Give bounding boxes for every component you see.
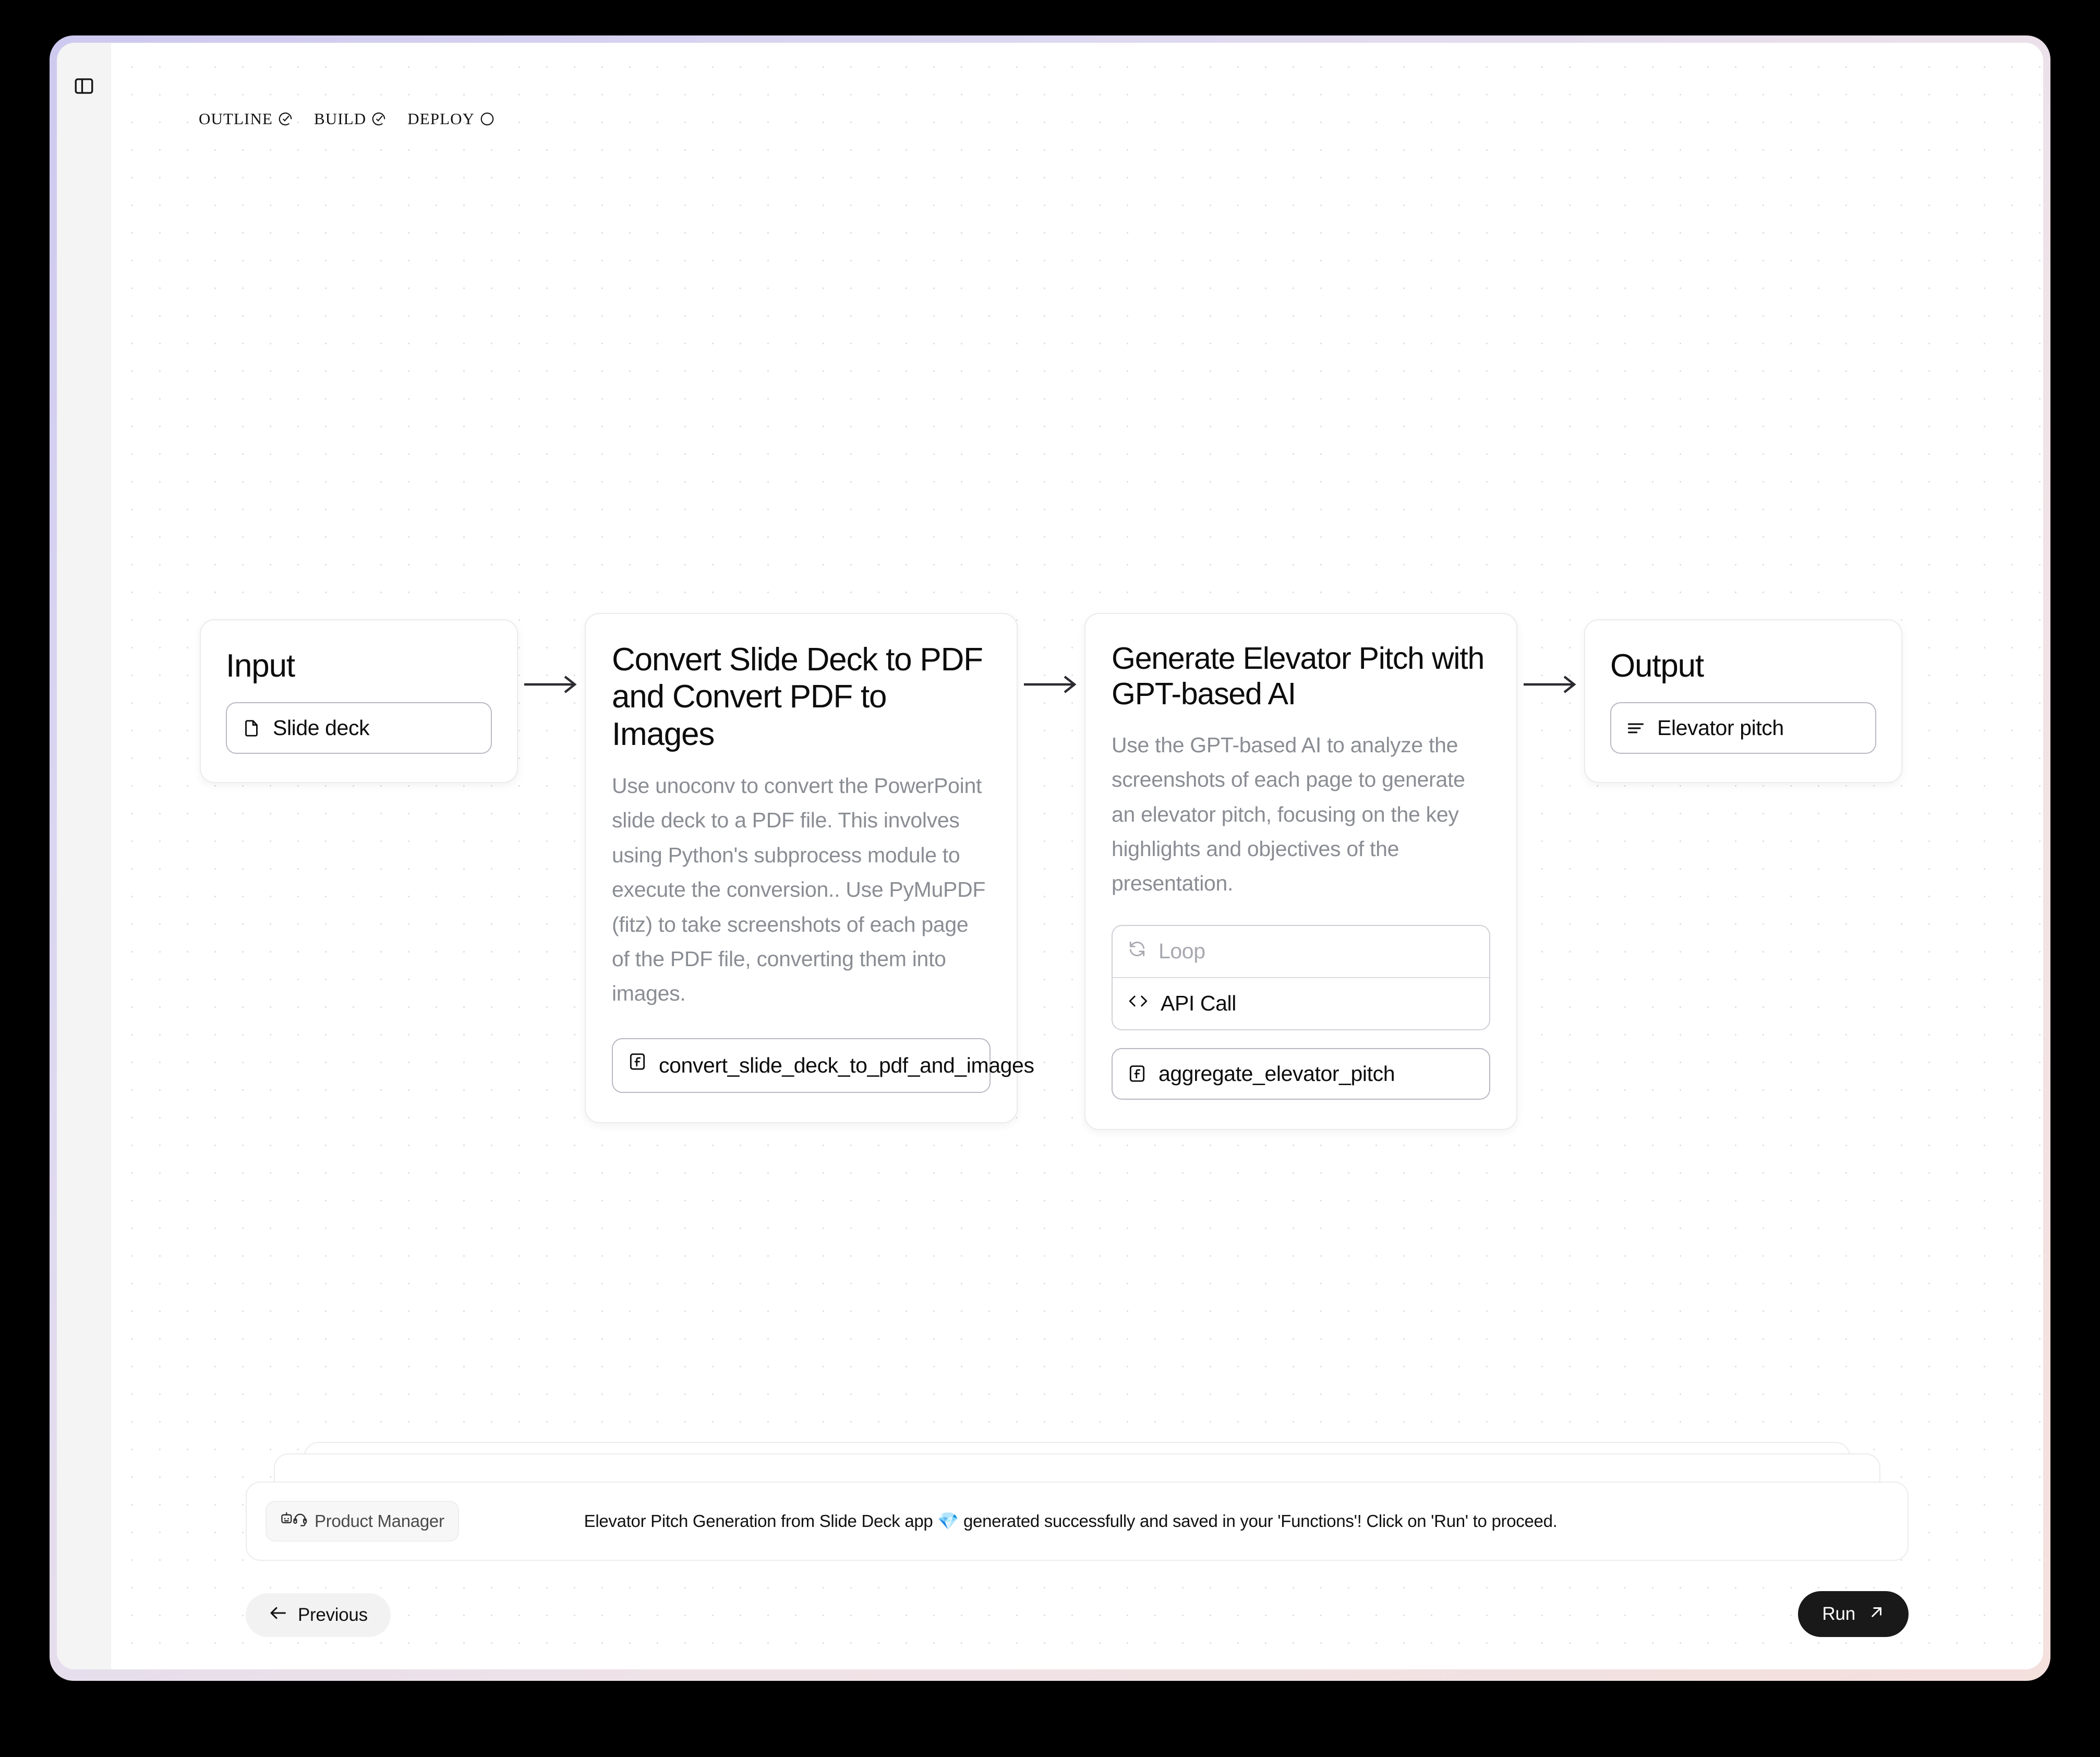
step-build-label: BUILD xyxy=(314,110,367,128)
loop-chip[interactable]: Loop xyxy=(1113,926,1489,978)
sidebar-rail xyxy=(57,43,111,1669)
function-icon xyxy=(627,1052,647,1072)
arrow-left-icon xyxy=(269,1605,287,1626)
arrow-up-right-icon xyxy=(1869,1604,1885,1624)
arrow-right-icon xyxy=(1523,674,1579,697)
node-input[interactable]: Input Slide deck xyxy=(200,619,518,784)
node-output-title: Output xyxy=(1610,648,1704,684)
step-outline[interactable]: OUTLINE xyxy=(199,110,293,128)
node-generate-title: Generate Elevator Pitch with GPT-based A… xyxy=(1112,641,1485,711)
workflow-graph: Input Slide deck Convert Slide Deck to P… xyxy=(200,613,1902,1130)
step-deploy-label: DEPLOY xyxy=(407,110,475,128)
step-breadcrumb: OUTLINE BUILD DEPLOY xyxy=(199,110,495,128)
agent-message-bar: Product Manager Elevator Pitch Generatio… xyxy=(246,1482,1909,1561)
app-window-frame: OUTLINE BUILD DEPLOY Input Slide deck Co… xyxy=(50,35,2050,1681)
arrow-right-icon xyxy=(1023,674,1079,697)
flow-canvas[interactable]: OUTLINE BUILD DEPLOY Input Slide deck Co… xyxy=(111,43,2043,1669)
step-outline-label: OUTLINE xyxy=(199,110,273,128)
function-chip-aggregate-label: aggregate_elevator_pitch xyxy=(1158,1061,1395,1086)
node-generate-description: Use the GPT-based AI to analyze the scre… xyxy=(1112,732,1465,896)
function-chip-convert-label: convert_slide_deck_to_pdf_and_images xyxy=(659,1053,1034,1077)
function-icon xyxy=(1127,1064,1147,1084)
output-chip-elevator-pitch[interactable]: Elevator pitch xyxy=(1610,702,1876,754)
node-generate-elevator-pitch[interactable]: Generate Elevator Pitch with GPT-based A… xyxy=(1084,613,1517,1130)
node-output[interactable]: Output Elevator pitch xyxy=(1584,619,1902,784)
node-input-title: Input xyxy=(226,648,295,684)
panel-toggle-icon[interactable] xyxy=(73,75,95,100)
agent-role-label: Product Manager xyxy=(315,1511,444,1531)
connector-convert-to-generate xyxy=(1018,674,1084,697)
api-call-chip[interactable]: API Call xyxy=(1113,978,1489,1029)
step-build[interactable]: BUILD xyxy=(314,110,387,128)
check-circle-icon xyxy=(371,111,387,127)
function-chip-convert[interactable]: convert_slide_deck_to_pdf_and_images xyxy=(612,1038,1034,1093)
empty-circle-icon xyxy=(479,111,495,127)
function-chip-aggregate[interactable]: aggregate_elevator_pitch xyxy=(1112,1048,1490,1100)
previous-button-label: Previous xyxy=(298,1605,368,1625)
arrow-right-icon xyxy=(523,674,580,697)
loop-chip-label: Loop xyxy=(1158,939,1205,964)
node-convert-title: Convert Slide Deck to PDF and Convert PD… xyxy=(612,642,983,752)
text-lines-icon xyxy=(1626,718,1646,738)
code-brackets-icon xyxy=(1127,991,1149,1016)
output-chip-label: Elevator pitch xyxy=(1657,716,1784,740)
agent-message-text: Elevator Pitch Generation from Slide Dec… xyxy=(584,1511,1558,1531)
connector-input-to-convert xyxy=(518,674,585,697)
run-button-label: Run xyxy=(1822,1604,1855,1624)
node-convert-description: Use unoconv to convert the PowerPoint sl… xyxy=(612,773,986,1006)
loop-icon xyxy=(1127,939,1147,964)
agent-role-pill[interactable]: Product Manager xyxy=(265,1501,459,1542)
connector-generate-to-output xyxy=(1517,674,1584,697)
previous-button[interactable]: Previous xyxy=(246,1593,391,1637)
robot-headset-icon xyxy=(280,1510,307,1532)
api-call-chip-label: API Call xyxy=(1161,991,1236,1016)
node-convert-slide-deck[interactable]: Convert Slide Deck to PDF and Convert PD… xyxy=(585,613,1034,1124)
loop-api-group: Loop API Call xyxy=(1112,924,1490,1030)
run-button[interactable]: Run xyxy=(1798,1591,1909,1637)
step-deploy[interactable]: DEPLOY xyxy=(407,110,495,128)
check-circle-icon xyxy=(277,111,293,127)
file-icon xyxy=(242,718,261,738)
input-chip-slide-deck[interactable]: Slide deck xyxy=(226,702,492,754)
input-chip-label: Slide deck xyxy=(273,716,370,740)
app-window: OUTLINE BUILD DEPLOY Input Slide deck Co… xyxy=(57,43,2043,1669)
